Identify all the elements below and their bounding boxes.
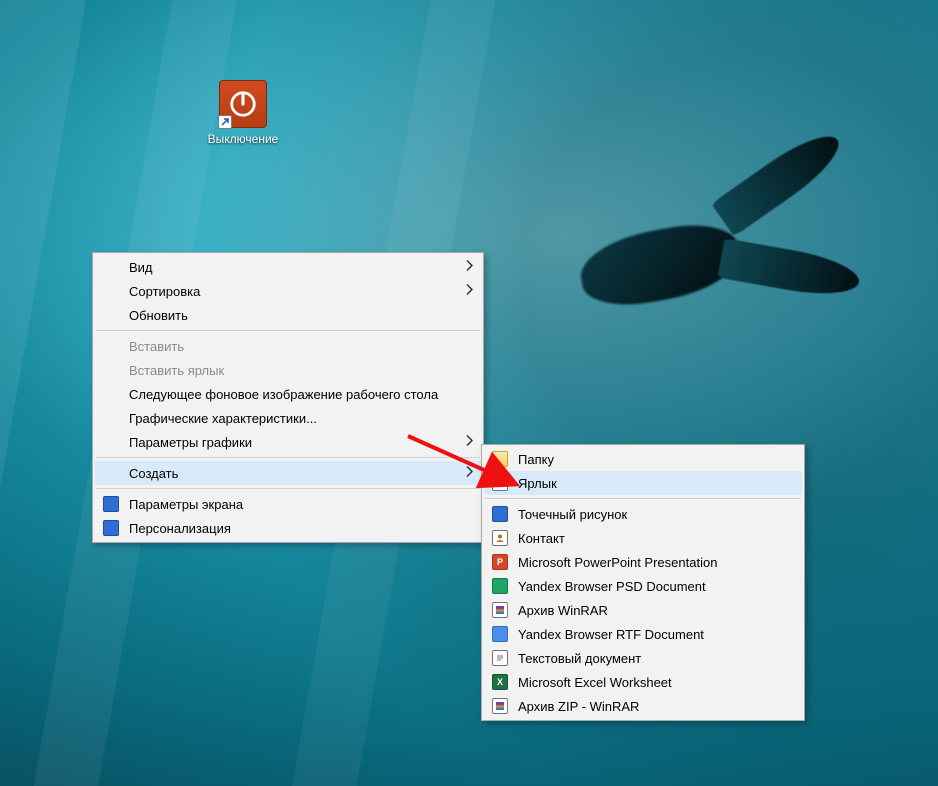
menu-item-label: Вид [129,260,153,275]
menu-item-label: Вставить ярлык [129,363,224,378]
submenu-item-contact[interactable]: Контакт [484,526,802,550]
submenu-item-text[interactable]: Текстовый документ [484,646,802,670]
power-icon [219,80,267,128]
menu-separator [96,457,480,458]
menu-item-label: Архив ZIP - WinRAR [518,699,639,714]
menu-separator [485,498,801,499]
menu-item-sort[interactable]: Сортировка [95,279,481,303]
menu-separator [96,488,480,489]
bitmap-icon [492,506,508,522]
menu-item-label: Архив WinRAR [518,603,608,618]
chevron-right-icon [465,260,473,275]
submenu-item-excel[interactable]: X Microsoft Excel Worksheet [484,670,802,694]
menu-item-new[interactable]: Создать [95,461,481,485]
desktop-shortcut-label: Выключение [200,132,286,146]
wallpaper-subject [540,120,920,420]
menu-item-label: Параметры экрана [129,497,243,512]
menu-item-label: Контакт [518,531,565,546]
display-settings-icon [103,496,119,512]
menu-item-label: Microsoft Excel Worksheet [518,675,672,690]
menu-item-label: Вставить [129,339,184,354]
submenu-item-psd[interactable]: Yandex Browser PSD Document [484,574,802,598]
menu-item-graphics-options[interactable]: Параметры графики [95,430,481,454]
shortcut-arrow-icon [218,115,232,129]
submenu-item-rar[interactable]: Архив WinRAR [484,598,802,622]
desktop-context-menu: Вид Сортировка Обновить Вставить Вставит… [92,252,484,543]
chevron-right-icon [465,284,473,299]
menu-item-label: Yandex Browser RTF Document [518,627,704,642]
menu-separator [96,330,480,331]
menu-item-graphics-properties[interactable]: Графические характеристики... [95,406,481,430]
menu-item-label: Обновить [129,308,188,323]
menu-item-paste: Вставить [95,334,481,358]
text-file-icon [492,650,508,666]
submenu-item-zip[interactable]: Архив ZIP - WinRAR [484,694,802,718]
contact-icon [492,530,508,546]
menu-item-label: Ярлык [518,476,557,491]
rtf-icon [492,626,508,642]
menu-item-label: Создать [129,466,178,481]
menu-item-label: Следующее фоновое изображение рабочего с… [129,387,438,402]
chevron-right-icon [465,466,473,481]
menu-item-label: Персонализация [129,521,231,536]
menu-item-label: Сортировка [129,284,200,299]
shortcut-icon [492,475,508,491]
submenu-item-bitmap[interactable]: Точечный рисунок [484,502,802,526]
menu-item-label: Папку [518,452,554,467]
menu-item-view[interactable]: Вид [95,255,481,279]
menu-item-personalization[interactable]: Персонализация [95,516,481,540]
menu-item-paste-shortcut: Вставить ярлык [95,358,481,382]
menu-item-display-settings[interactable]: Параметры экрана [95,492,481,516]
psd-icon [492,578,508,594]
menu-item-label: Точечный рисунок [518,507,627,522]
menu-item-refresh[interactable]: Обновить [95,303,481,327]
personalization-icon [103,520,119,536]
folder-icon [492,451,508,467]
submenu-item-shortcut[interactable]: Ярлык [484,471,802,495]
menu-item-label: Текстовый документ [518,651,641,666]
menu-item-label: Графические характеристики... [129,411,317,426]
desktop-shortcut-shutdown[interactable]: Выключение [200,80,286,146]
new-submenu: Папку Ярлык Точечный рисунок Контакт P M… [481,444,805,721]
excel-icon: X [492,674,508,690]
rar-icon [492,602,508,618]
menu-item-next-wallpaper[interactable]: Следующее фоновое изображение рабочего с… [95,382,481,406]
menu-item-label: Yandex Browser PSD Document [518,579,706,594]
chevron-right-icon [465,435,473,450]
menu-item-label: Параметры графики [129,435,252,450]
submenu-item-powerpoint[interactable]: P Microsoft PowerPoint Presentation [484,550,802,574]
powerpoint-icon: P [492,554,508,570]
submenu-item-folder[interactable]: Папку [484,447,802,471]
submenu-item-rtf[interactable]: Yandex Browser RTF Document [484,622,802,646]
menu-item-label: Microsoft PowerPoint Presentation [518,555,717,570]
zip-icon [492,698,508,714]
